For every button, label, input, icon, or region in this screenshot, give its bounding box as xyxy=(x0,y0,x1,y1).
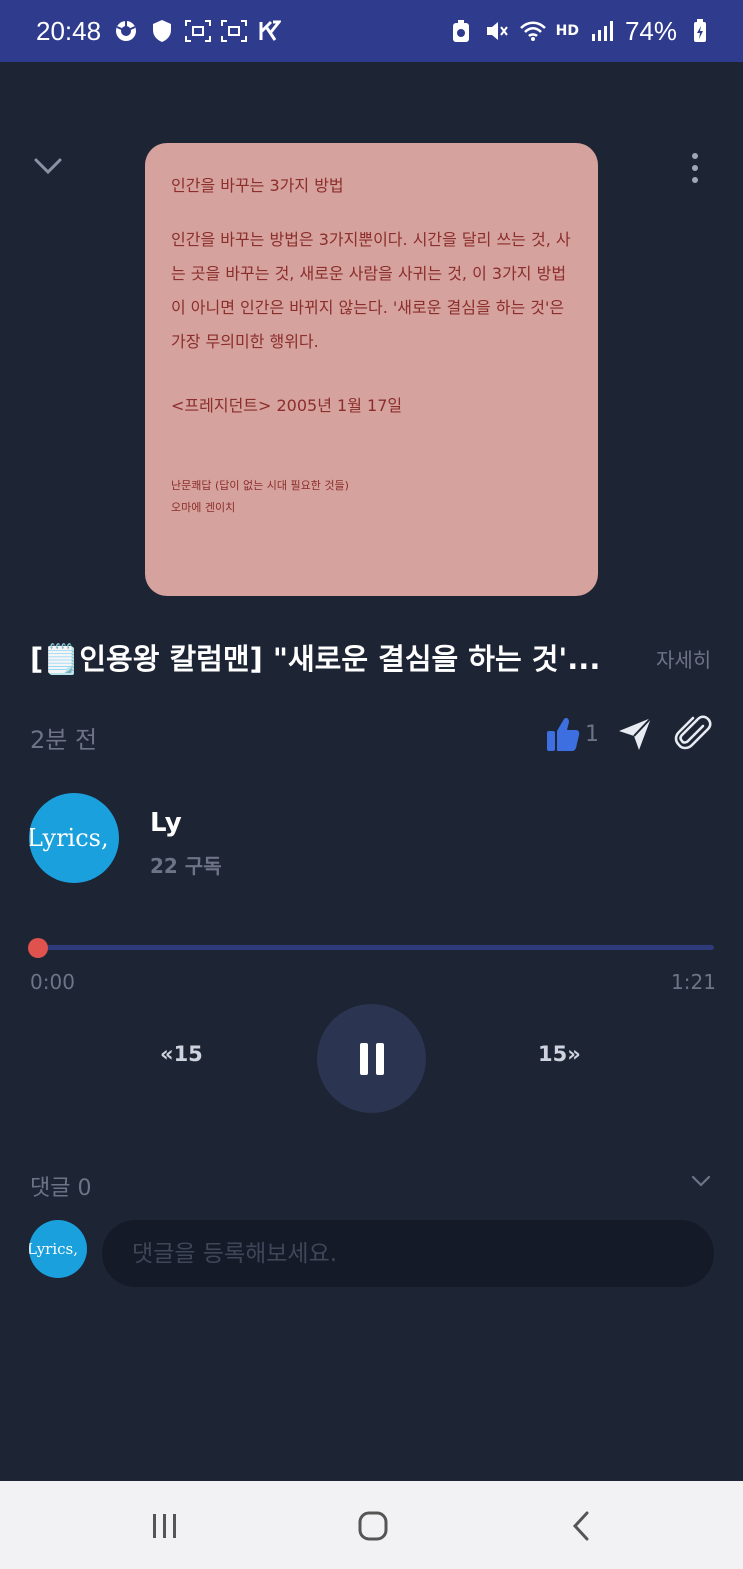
user-avatar: Lyrics, xyxy=(29,1220,87,1278)
cover-book: 난문쾌답 (답이 없는 시대 필요한 것들) xyxy=(171,479,349,492)
cover-image: 인간을 바꾸는 3가지 방법 인간을 바꾸는 방법은 3가지뿐이다. 시간을 달… xyxy=(145,143,598,596)
cover-heading: 인간을 바꾸는 3가지 방법 xyxy=(171,176,344,195)
cover-body: 인간을 바꾸는 방법은 3가지뿐이다. 시간을 달리 쓰는 것, 사는 곳을 바… xyxy=(171,230,571,351)
subscriber-count: 22 구독 xyxy=(150,854,222,878)
recycle-icon xyxy=(448,18,474,44)
post-time: 2분 전 xyxy=(30,726,98,754)
detail-link[interactable]: 자세히 xyxy=(656,644,711,673)
post-title: [🗒️인용왕 칼럼맨] "새로운 결심을 하는 것'... xyxy=(30,642,601,676)
channel-avatar-text: Lyrics, xyxy=(29,824,109,852)
wifi-icon xyxy=(519,18,546,44)
share-send-icon[interactable] xyxy=(617,716,653,752)
recents-icon[interactable] xyxy=(150,1512,180,1540)
battery-percent: 74% xyxy=(624,15,677,46)
cover-source: <프레지던트> 2005년 1월 17일 xyxy=(171,396,403,415)
comments-label[interactable]: 댓글 0 xyxy=(30,1170,91,1202)
back-icon[interactable] xyxy=(570,1510,592,1542)
comment-input[interactable] xyxy=(102,1220,714,1287)
progress-bar[interactable] xyxy=(30,945,714,950)
attachment-icon[interactable] xyxy=(673,714,713,754)
more-options-icon[interactable] xyxy=(683,148,707,188)
pause-button[interactable] xyxy=(317,1004,426,1113)
channel-avatar[interactable]: Lyrics, xyxy=(29,793,119,883)
app-k-icon xyxy=(257,18,283,44)
progress-knob[interactable] xyxy=(28,938,48,958)
mute-icon xyxy=(484,18,510,44)
status-bar: 20:48 HD 74% xyxy=(0,0,743,62)
rewind-15-button[interactable]: «15 xyxy=(160,1042,203,1066)
pause-icon xyxy=(359,1042,384,1075)
current-time: 0:00 xyxy=(30,970,75,994)
total-time: 1:21 xyxy=(671,970,716,994)
home-icon[interactable] xyxy=(357,1510,389,1542)
battery-icon xyxy=(687,18,713,44)
hd-voice-label: HD xyxy=(555,23,579,39)
aperture-icon xyxy=(113,18,139,44)
channel-name[interactable]: Ly xyxy=(150,808,182,838)
thumbs-up-icon[interactable] xyxy=(546,716,580,752)
comments-expand-chevron-icon[interactable] xyxy=(690,1172,712,1190)
screenshot-icon xyxy=(185,18,212,44)
shield-icon xyxy=(149,18,175,44)
signal-icon xyxy=(589,18,615,44)
screenshot-icon-2 xyxy=(221,18,248,44)
status-time: 20:48 xyxy=(36,15,102,46)
forward-15-button[interactable]: 15» xyxy=(538,1042,581,1066)
collapse-chevron-icon[interactable] xyxy=(30,150,66,182)
user-avatar-text: Lyrics, xyxy=(29,1240,79,1258)
cover-author: 오마에 겐이치 xyxy=(171,501,236,514)
like-count: 1 xyxy=(585,722,599,747)
